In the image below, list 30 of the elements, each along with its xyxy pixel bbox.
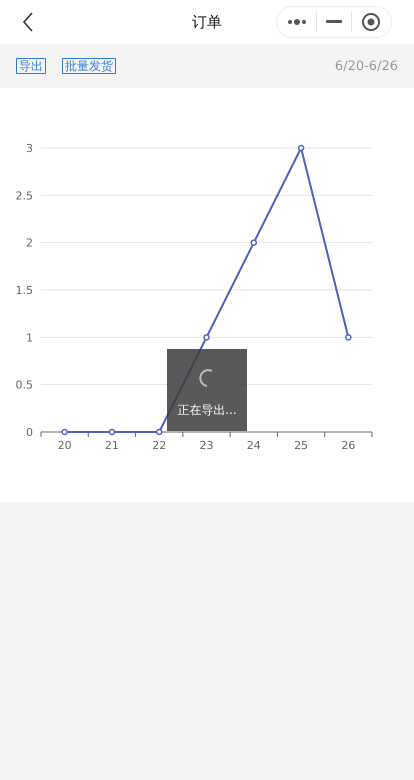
toast-message: 正在导出... [177, 402, 237, 418]
y-tick-label: 1 [26, 331, 33, 344]
y-tick-label: 2 [26, 236, 33, 250]
x-tick-label: 23 [200, 439, 214, 452]
minimize-icon[interactable] [326, 20, 342, 24]
data-point [250, 239, 258, 246]
y-tick-label: 1.5 [16, 284, 33, 297]
x-tick-label: 26 [341, 439, 356, 452]
target-icon[interactable] [360, 12, 381, 32]
page-title: 订单 [192, 12, 222, 32]
date-range[interactable]: 6/20-6/26 [334, 58, 398, 74]
y-tick-label: 0 [26, 426, 33, 439]
y-tick-label: 0.5 [16, 378, 33, 392]
y-tick-label: 3 [26, 142, 33, 155]
x-tick-label: 21 [104, 439, 119, 452]
y-tick-label: 2.5 [16, 189, 33, 202]
data-point [203, 334, 210, 341]
x-tick-label: 20 [58, 439, 72, 452]
data-point [61, 428, 68, 436]
toolbar-button[interactable]: 批量发货 [62, 58, 116, 74]
data-point [156, 428, 162, 436]
x-tick-label: 25 [294, 439, 308, 452]
data-point [345, 334, 352, 341]
toolbar-button[interactable]: 导出 [16, 58, 46, 74]
x-tick-label: 22 [152, 439, 166, 452]
data-point [108, 428, 116, 436]
back-icon[interactable] [22, 12, 34, 32]
more-icon[interactable] [287, 18, 308, 26]
data-point [298, 144, 304, 152]
x-tick-label: 24 [246, 439, 261, 452]
